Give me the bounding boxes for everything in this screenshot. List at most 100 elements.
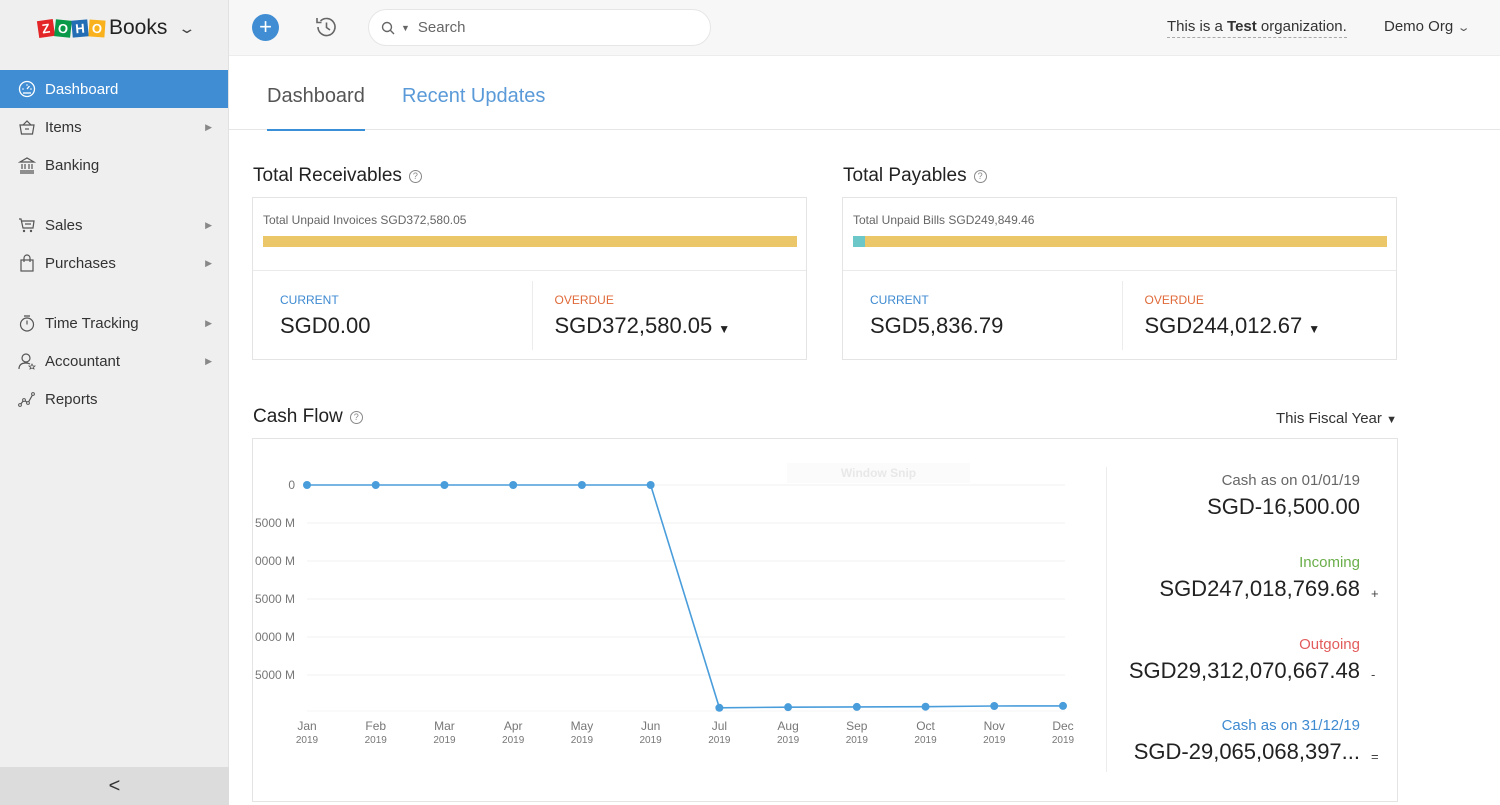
reports-chart-icon	[17, 389, 37, 409]
x-tick-label: Sep	[846, 719, 868, 733]
equals-sign: =	[1371, 749, 1379, 764]
outgoing-value: SGD29,312,070,667.48	[1128, 658, 1360, 683]
search-scope-dropdown-icon[interactable]: ▼	[401, 23, 410, 33]
y-tick-label: 0000 M	[255, 630, 295, 644]
cashflow-chart: 0 5000 M 0000 M 5000 M 0000 M 5000 M Jan 2019 F…	[255, 478, 1075, 746]
x-tick-label: Nov	[984, 719, 1005, 733]
y-axis-ticks: 0 5000 M 0000 M 5000 M 0000 M 5000 M	[255, 478, 295, 682]
x-tick-label: Apr	[504, 719, 523, 733]
help-icon[interactable]: ?	[973, 169, 987, 183]
receivables-progress-bar[interactable]	[263, 236, 797, 247]
data-point[interactable]	[577, 481, 586, 489]
brand-switcher[interactable]: Z O H O Books ⌄	[0, 0, 228, 56]
x-tick-sublabel: 2019	[640, 735, 663, 746]
incoming-value: SGD247,018,769.68	[1159, 576, 1360, 601]
sidebar-item-dashboard[interactable]: Dashboard	[0, 70, 228, 108]
chevron-down-icon[interactable]: ⌄	[178, 20, 197, 37]
x-tick-sublabel: 2019	[1052, 735, 1075, 746]
incoming-label: Incoming	[1299, 554, 1360, 571]
x-tick-sublabel: 2019	[708, 735, 731, 746]
test-org-text: organization.	[1256, 18, 1347, 35]
data-point[interactable]	[852, 702, 861, 711]
stopwatch-icon	[17, 313, 37, 333]
data-point[interactable]	[509, 481, 518, 489]
section-title-text: Total Payables	[843, 165, 967, 186]
payables-progress-bar[interactable]	[853, 236, 1387, 247]
data-point[interactable]	[784, 703, 793, 712]
overdue-label: OVERDUE	[1144, 293, 1204, 307]
sidebar-item-sales[interactable]: Sales ▶	[0, 206, 228, 244]
sidebar-item-label: Reports	[45, 390, 98, 408]
org-switcher[interactable]: Demo Org ⌄	[1384, 18, 1471, 35]
overdue-value-dropdown[interactable]: SGD244,012.67 ▼	[1145, 313, 1397, 339]
sidebar-item-accountant[interactable]: Accountant ▶	[0, 342, 228, 380]
opening-cash: Cash as on 01/01/19 SGD-16,500.00	[1110, 472, 1360, 520]
data-point[interactable]	[990, 702, 999, 711]
closing-cash-value: SGD-29,065,068,397...	[1133, 739, 1360, 764]
sidebar-item-items[interactable]: Items ▶	[0, 108, 228, 146]
total-unpaid-bills: Total Unpaid Bills SGD249,849.46	[853, 213, 1035, 227]
overdue-segment	[865, 236, 1387, 247]
data-point[interactable]	[715, 703, 724, 712]
quick-create-button[interactable]: +	[252, 14, 279, 41]
sidebar: Z O H O Books ⌄ Dashboard Items ▶ Bankin…	[0, 0, 229, 805]
cashflow-line-series	[307, 484, 1064, 709]
global-search[interactable]: ▼	[368, 9, 711, 46]
sidebar-item-reports[interactable]: Reports	[0, 380, 228, 418]
sidebar-item-label: Sales	[45, 216, 83, 234]
tab-dashboard[interactable]: Dashboard	[267, 85, 365, 131]
current-label: CURRENT	[870, 293, 929, 307]
data-point[interactable]	[303, 481, 311, 489]
data-point[interactable]	[371, 481, 380, 489]
overdue-value-dropdown[interactable]: SGD372,580.05 ▼	[555, 313, 807, 339]
x-tick-label: Jan	[297, 719, 316, 733]
submenu-arrow-icon: ▶	[205, 219, 212, 230]
overdue-value: SGD244,012.67	[1144, 313, 1303, 338]
caret-down-icon: ▼	[1386, 414, 1397, 426]
section-title-text: Total Receivables	[253, 165, 402, 186]
x-tick-label: Mar	[434, 719, 455, 733]
recent-history-button[interactable]	[313, 14, 339, 40]
x-tick-label: Oct	[916, 719, 935, 733]
x-tick-sublabel: 2019	[777, 735, 800, 746]
sidebar-item-time-tracking[interactable]: Time Tracking ▶	[0, 304, 228, 342]
x-tick-label: Feb	[365, 719, 386, 733]
closing-cash-label: Cash as on 31/12/19	[1221, 717, 1360, 734]
data-point[interactable]	[1059, 701, 1067, 710]
incoming-cash: Incoming SGD247,018,769.68	[1110, 554, 1360, 602]
sidebar-item-banking[interactable]: Banking	[0, 146, 228, 184]
help-icon[interactable]: ?	[408, 169, 422, 183]
search-input[interactable]	[417, 19, 678, 36]
data-point[interactable]	[921, 702, 930, 711]
help-icon[interactable]: ?	[349, 410, 363, 424]
caret-down-icon[interactable]: ▼	[718, 322, 730, 336]
submenu-arrow-icon: ▶	[205, 317, 212, 328]
receivables-card: Total Unpaid Invoices SGD372,580.05 CURR…	[252, 197, 807, 360]
x-tick-label: Jul	[712, 719, 727, 733]
chevron-left-icon: <	[108, 774, 121, 797]
logo-letter: O	[88, 18, 106, 38]
bank-icon	[17, 155, 37, 175]
zoho-logo: Z O H O	[36, 18, 106, 38]
data-point[interactable]	[440, 481, 449, 489]
sidebar-item-purchases[interactable]: Purchases ▶	[0, 244, 228, 282]
tab-recent-updates[interactable]: Recent Updates	[402, 85, 545, 128]
test-org-notice[interactable]: This is a Test organization.	[1167, 18, 1347, 38]
x-tick-sublabel: 2019	[433, 735, 456, 746]
period-label: This Fiscal Year	[1276, 410, 1382, 427]
current-label: CURRENT	[280, 293, 339, 307]
caret-down-icon[interactable]: ▼	[1308, 322, 1320, 336]
minus-sign: -	[1371, 667, 1376, 682]
period-dropdown[interactable]: This Fiscal Year ▼	[1276, 410, 1397, 427]
overdue-label: OVERDUE	[554, 293, 614, 307]
opening-cash-label: Cash as on 01/01/19	[1221, 472, 1360, 489]
y-tick-label: 5000 M	[255, 668, 295, 682]
window-snip-overlay: Window Snip	[787, 463, 970, 483]
logo-letter: H	[71, 18, 89, 38]
test-org-bold: Test	[1227, 18, 1257, 35]
section-title-text: Cash Flow	[253, 406, 343, 427]
cashflow-title: Cash Flow?	[253, 406, 363, 428]
payables-card: Total Unpaid Bills SGD249,849.46 CURRENT…	[842, 197, 1397, 360]
data-point[interactable]	[646, 481, 655, 489]
collapse-sidebar-button[interactable]: <	[0, 767, 229, 805]
